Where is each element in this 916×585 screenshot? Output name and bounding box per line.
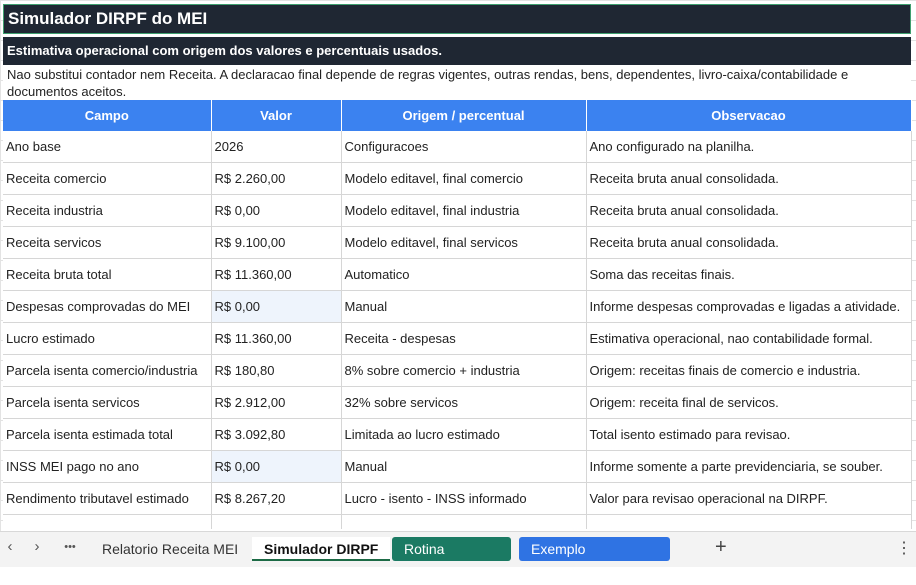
table-row: Lucro estimado R$ 11.360,00 Receita - de…	[3, 322, 912, 355]
cell-observacao[interactable]: Valor para revisao operacional na DIRPF.	[586, 482, 912, 515]
table-row: Rendimento tributavel estimado R$ 8.267,…	[3, 482, 912, 515]
table-row: Receita comercio R$ 2.260,00 Modelo edit…	[3, 162, 912, 195]
chevron-left-icon[interactable]: ‹	[0, 538, 20, 555]
table-row: Parcela isenta estimada total R$ 3.092,8…	[3, 418, 912, 451]
cell-campo[interactable]: Receita servicos	[3, 226, 212, 259]
tab-rotina-semanal[interactable]: Rotina Semanal	[392, 537, 511, 581]
empty-cell[interactable]	[586, 514, 912, 529]
cell-observacao[interactable]: Origem: receita final de servicos.	[586, 386, 912, 419]
cell-origem[interactable]: 8% sobre comercio + industria	[341, 354, 587, 387]
cell-observacao[interactable]: Total isento estimado para revisao.	[586, 418, 912, 451]
chevron-right-icon[interactable]: ›	[27, 538, 47, 555]
table-row: Receita bruta total R$ 11.360,00 Automat…	[3, 258, 912, 291]
empty-cell[interactable]	[3, 514, 212, 529]
cell-campo[interactable]: Parcela isenta estimada total	[3, 418, 212, 451]
cell-valor[interactable]: R$ 3.092,80	[211, 418, 342, 451]
cell-origem[interactable]: Configuracoes	[341, 131, 587, 163]
cell-campo[interactable]: INSS MEI pago no ano	[3, 450, 212, 483]
cell-valor[interactable]: R$ 11.360,00	[211, 322, 342, 355]
tab-relatorio-receita-mei[interactable]: Relatorio Receita MEI	[90, 537, 250, 561]
empty-cell[interactable]	[211, 514, 342, 529]
cell-origem[interactable]: Automatico	[341, 258, 587, 291]
cell-campo[interactable]: Receita comercio	[3, 162, 212, 195]
cell-origem[interactable]: Modelo editavel, final industria	[341, 194, 587, 227]
cell-origem[interactable]: Modelo editavel, final comercio	[341, 162, 587, 195]
vertical-dots-icon[interactable]: ⋮	[896, 538, 912, 558]
cell-campo[interactable]: Receita industria	[3, 194, 212, 227]
cell-campo[interactable]: Rendimento tributavel estimado	[3, 482, 212, 515]
cell-valor[interactable]: 2026	[211, 131, 342, 163]
cell-origem[interactable]: Manual	[341, 290, 587, 323]
table-header-row: Campo Valor Origem / percentual Observac…	[3, 100, 912, 131]
cell-observacao[interactable]: Informe somente a parte previdenciaria, …	[586, 450, 912, 483]
cell-observacao[interactable]: Receita bruta anual consolidada.	[586, 194, 912, 227]
cell-origem[interactable]: Manual	[341, 450, 587, 483]
cell-origem[interactable]: Modelo editavel, final servicos	[341, 226, 587, 259]
cell-origem[interactable]: Limitada ao lucro estimado	[341, 418, 587, 451]
cell-campo[interactable]: Lucro estimado	[3, 322, 212, 355]
table-row: Parcela isenta comercio/industria R$ 180…	[3, 354, 912, 387]
cell-valor[interactable]: R$ 180,80	[211, 354, 342, 387]
column-header-valor[interactable]: Valor	[211, 100, 342, 131]
cell-campo[interactable]: Parcela isenta servicos	[3, 386, 212, 419]
sheet-subtitle[interactable]: Estimativa operacional com origem dos va…	[3, 37, 911, 65]
cell-valor-input[interactable]: R$ 0,00	[211, 450, 342, 483]
cell-observacao[interactable]: Ano configurado na planilha.	[586, 131, 912, 163]
sheet-title[interactable]: Simulador DIRPF do MEI	[3, 4, 911, 34]
disclaimer-note[interactable]: Nao substitui contador nem Receita. A de…	[3, 66, 911, 100]
simulation-table: Campo Valor Origem / percentual Observac…	[3, 100, 912, 529]
cell-campo[interactable]: Ano base	[3, 131, 212, 163]
spreadsheet-grid[interactable]: Simulador DIRPF do MEI Estimativa operac…	[0, 0, 916, 531]
empty-cell[interactable]	[341, 514, 587, 529]
cell-valor[interactable]: R$ 8.267,20	[211, 482, 342, 515]
more-sheets-icon[interactable]: •••	[58, 541, 82, 553]
column-header-origem[interactable]: Origem / percentual	[341, 100, 587, 131]
cell-valor-input[interactable]: R$ 0,00	[211, 290, 342, 323]
cell-observacao[interactable]: Estimativa operacional, nao contabilidad…	[586, 322, 912, 355]
empty-row	[3, 514, 912, 529]
cell-valor[interactable]: R$ 2.260,00	[211, 162, 342, 195]
tab-simulador-dirpf[interactable]: Simulador DIRPF	[252, 537, 391, 561]
table-row: Despesas comprovadas do MEI R$ 0,00 Manu…	[3, 290, 912, 323]
table-row: INSS MEI pago no ano R$ 0,00 Manual Info…	[3, 450, 912, 483]
table-row: Parcela isenta servicos R$ 2.912,00 32% …	[3, 386, 912, 419]
cell-valor[interactable]: R$ 2.912,00	[211, 386, 342, 419]
cell-observacao[interactable]: Soma das receitas finais.	[586, 258, 912, 291]
cell-observacao[interactable]: Receita bruta anual consolidada.	[586, 162, 912, 195]
sheet-tab-bar: ‹ › ••• Relatorio Receita MEI Simulador …	[0, 531, 916, 581]
cell-observacao[interactable]: Origem: receitas finais de comercio e in…	[586, 354, 912, 387]
cell-observacao[interactable]: Receita bruta anual consolidada.	[586, 226, 912, 259]
cell-origem[interactable]: 32% sobre servicos	[341, 386, 587, 419]
cell-campo[interactable]: Despesas comprovadas do MEI	[3, 290, 212, 323]
cell-campo[interactable]: Receita bruta total	[3, 258, 212, 291]
cell-campo[interactable]: Parcela isenta comercio/industria	[3, 354, 212, 387]
cell-observacao[interactable]: Informe despesas comprovadas e ligadas a…	[586, 290, 912, 323]
cell-valor[interactable]: R$ 0,00	[211, 194, 342, 227]
column-header-campo[interactable]: Campo	[3, 100, 212, 131]
cell-valor[interactable]: R$ 9.100,00	[211, 226, 342, 259]
table-row: Receita industria R$ 0,00 Modelo editave…	[3, 194, 912, 227]
table-row: Receita servicos R$ 9.100,00 Modelo edit…	[3, 226, 912, 259]
tab-exemplo-preenchido[interactable]: Exemplo Preenchido	[519, 537, 670, 581]
cell-valor[interactable]: R$ 11.360,00	[211, 258, 342, 291]
column-header-observacao[interactable]: Observacao	[586, 100, 912, 131]
cell-origem[interactable]: Receita - despesas	[341, 322, 587, 355]
add-sheet-icon[interactable]: +	[715, 536, 727, 559]
table-row: Ano base 2026 Configuracoes Ano configur…	[3, 131, 912, 163]
cell-origem[interactable]: Lucro - isento - INSS informado	[341, 482, 587, 515]
